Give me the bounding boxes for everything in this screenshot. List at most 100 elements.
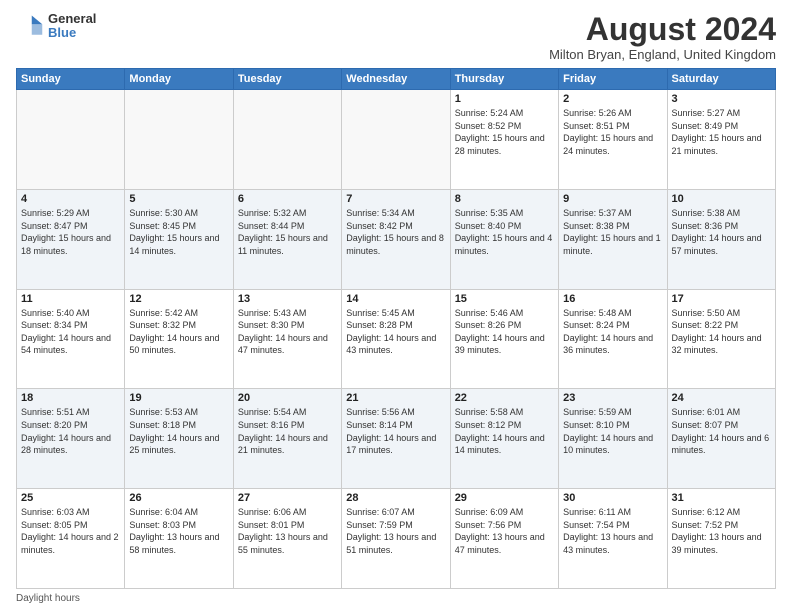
day-header-monday: Monday: [125, 69, 233, 90]
calendar-cell: 10Sunrise: 5:38 AM Sunset: 8:36 PM Dayli…: [667, 189, 775, 289]
day-info: Sunrise: 5:37 AM Sunset: 8:38 PM Dayligh…: [563, 207, 662, 257]
calendar-cell: 21Sunrise: 5:56 AM Sunset: 8:14 PM Dayli…: [342, 389, 450, 489]
logo-general: General: [48, 12, 96, 26]
day-number: 3: [672, 93, 771, 105]
day-info: Sunrise: 5:40 AM Sunset: 8:34 PM Dayligh…: [21, 307, 120, 357]
day-header-sunday: Sunday: [17, 69, 125, 90]
calendar-cell: 27 Sunrise: 6:06 AM Sunset: 8:01 PM Dayli…: [233, 489, 341, 589]
calendar-cell: 11 Sunrise: 5:40 AM Sunset: 8:34 PM Dayli…: [17, 289, 125, 389]
day-info: Sunrise: 5:27 AM Sunset: 8:49 PM Dayligh…: [672, 107, 771, 157]
day-info: Sunrise: 5:35 AM Sunset: 8:40 PM Dayligh…: [455, 207, 554, 257]
week-row-4: 25 Sunrise: 6:03 AM Sunset: 8:05 PM Dayli…: [17, 489, 776, 589]
calendar-cell: 26 Sunrise: 6:04 AM Sunset: 8:03 PM Dayli…: [125, 489, 233, 589]
footer-note: Daylight hours: [16, 593, 776, 604]
calendar-cell: 14 Sunrise: 5:45 AM Sunset: 8:28 PM Dayli…: [342, 289, 450, 389]
calendar-cell: 28Sunrise: 6:07 AM Sunset: 7:59 PM Dayli…: [342, 489, 450, 589]
calendar-cell: 17 Sunrise: 5:50 AM Sunset: 8:22 PM Dayli…: [667, 289, 775, 389]
day-info: Sunrise: 5:26 AM Sunset: 8:51 PM Dayligh…: [563, 107, 662, 157]
title-block: August 2024 Milton Bryan, England, Unite…: [549, 12, 776, 62]
day-info: Sunrise: 5:30 AM Sunset: 8:45 PM Dayligh…: [129, 207, 228, 257]
calendar-cell: 31Sunrise: 6:12 AM Sunset: 7:52 PM Dayli…: [667, 489, 775, 589]
calendar-cell: 5 Sunrise: 5:30 AM Sunset: 8:45 PM Daylig…: [125, 189, 233, 289]
calendar-cell: 7 Sunrise: 5:34 AM Sunset: 8:42 PM Daylig…: [342, 189, 450, 289]
calendar-cell: 12 Sunrise: 5:42 AM Sunset: 8:32 PM Dayli…: [125, 289, 233, 389]
day-number: 1: [455, 93, 554, 105]
calendar-cell: 25 Sunrise: 6:03 AM Sunset: 8:05 PM Dayli…: [17, 489, 125, 589]
week-row-3: 18Sunrise: 5:51 AM Sunset: 8:20 PM Dayli…: [17, 389, 776, 489]
calendar-cell: 24Sunrise: 6:01 AM Sunset: 8:07 PM Dayli…: [667, 389, 775, 489]
day-number: 9: [563, 193, 662, 205]
day-info: Sunrise: 5:42 AM Sunset: 8:32 PM Dayligh…: [129, 307, 228, 357]
day-number: 14: [346, 293, 445, 305]
month-title: August 2024: [549, 12, 776, 47]
day-header-friday: Friday: [559, 69, 667, 90]
day-number: 6: [238, 193, 337, 205]
calendar-cell: [17, 90, 125, 190]
calendar-cell: 9 Sunrise: 5:37 AM Sunset: 8:38 PM Daylig…: [559, 189, 667, 289]
day-number: 26: [129, 492, 228, 504]
day-info: Sunrise: 5:24 AM Sunset: 8:52 PM Dayligh…: [455, 107, 554, 157]
day-number: 15: [455, 293, 554, 305]
day-info: Sunrise: 6:06 AM Sunset: 8:01 PM Dayligh…: [238, 506, 337, 556]
calendar-cell: 8 Sunrise: 5:35 AM Sunset: 8:40 PM Daylig…: [450, 189, 558, 289]
day-info: Sunrise: 6:03 AM Sunset: 8:05 PM Dayligh…: [21, 506, 120, 556]
logo-icon: [16, 12, 44, 40]
calendar-cell: 4Sunrise: 5:29 AM Sunset: 8:47 PM Daylig…: [17, 189, 125, 289]
calendar-cell: 1 Sunrise: 5:24 AM Sunset: 8:52 PM Daylig…: [450, 90, 558, 190]
day-info: Sunrise: 5:48 AM Sunset: 8:24 PM Dayligh…: [563, 307, 662, 357]
day-number: 11: [21, 293, 120, 305]
calendar-cell: 13Sunrise: 5:43 AM Sunset: 8:30 PM Dayli…: [233, 289, 341, 389]
day-info: Sunrise: 6:01 AM Sunset: 8:07 PM Dayligh…: [672, 406, 771, 456]
calendar-cell: 29Sunrise: 6:09 AM Sunset: 7:56 PM Dayli…: [450, 489, 558, 589]
day-info: Sunrise: 5:46 AM Sunset: 8:26 PM Dayligh…: [455, 307, 554, 357]
calendar-cell: [125, 90, 233, 190]
day-number: 8: [455, 193, 554, 205]
day-number: 7: [346, 193, 445, 205]
day-number: 10: [672, 193, 771, 205]
day-number: 21: [346, 392, 445, 404]
day-number: 27: [238, 492, 337, 504]
day-info: Sunrise: 6:09 AM Sunset: 7:56 PM Dayligh…: [455, 506, 554, 556]
day-number: 31: [672, 492, 771, 504]
day-info: Sunrise: 5:50 AM Sunset: 8:22 PM Dayligh…: [672, 307, 771, 357]
location: Milton Bryan, England, United Kingdom: [549, 47, 776, 62]
day-info: Sunrise: 5:34 AM Sunset: 8:42 PM Dayligh…: [346, 207, 445, 257]
day-info: Sunrise: 5:45 AM Sunset: 8:28 PM Dayligh…: [346, 307, 445, 357]
day-info: Sunrise: 5:51 AM Sunset: 8:20 PM Dayligh…: [21, 406, 120, 456]
header-row: SundayMondayTuesdayWednesdayThursdayFrid…: [17, 69, 776, 90]
calendar-cell: [233, 90, 341, 190]
day-number: 25: [21, 492, 120, 504]
calendar-cell: 2Sunrise: 5:26 AM Sunset: 8:51 PM Daylig…: [559, 90, 667, 190]
calendar-cell: 18Sunrise: 5:51 AM Sunset: 8:20 PM Dayli…: [17, 389, 125, 489]
day-info: Sunrise: 5:54 AM Sunset: 8:16 PM Dayligh…: [238, 406, 337, 456]
calendar-cell: 16 Sunrise: 5:48 AM Sunset: 8:24 PM Dayli…: [559, 289, 667, 389]
day-number: 23: [563, 392, 662, 404]
day-header-tuesday: Tuesday: [233, 69, 341, 90]
day-info: Sunrise: 5:32 AM Sunset: 8:44 PM Dayligh…: [238, 207, 337, 257]
calendar-cell: 30Sunrise: 6:11 AM Sunset: 7:54 PM Dayli…: [559, 489, 667, 589]
day-number: 17: [672, 293, 771, 305]
calendar-table: SundayMondayTuesdayWednesdayThursdayFrid…: [16, 68, 776, 589]
day-number: 13: [238, 293, 337, 305]
calendar-cell: 22Sunrise: 5:58 AM Sunset: 8:12 PM Dayli…: [450, 389, 558, 489]
calendar-cell: 20Sunrise: 5:54 AM Sunset: 8:16 PM Dayli…: [233, 389, 341, 489]
day-number: 12: [129, 293, 228, 305]
day-header-saturday: Saturday: [667, 69, 775, 90]
day-header-wednesday: Wednesday: [342, 69, 450, 90]
day-number: 28: [346, 492, 445, 504]
header: General Blue August 2024 Milton Bryan, E…: [16, 12, 776, 62]
day-number: 16: [563, 293, 662, 305]
calendar-cell: 6 Sunrise: 5:32 AM Sunset: 8:44 PM Daylig…: [233, 189, 341, 289]
day-number: 19: [129, 392, 228, 404]
day-number: 4: [21, 193, 120, 205]
calendar-cell: [342, 90, 450, 190]
page: General Blue August 2024 Milton Bryan, E…: [0, 0, 792, 612]
week-row-0: 1 Sunrise: 5:24 AM Sunset: 8:52 PM Daylig…: [17, 90, 776, 190]
day-info: Sunrise: 5:58 AM Sunset: 8:12 PM Dayligh…: [455, 406, 554, 456]
logo-text: General Blue: [48, 12, 96, 41]
day-info: Sunrise: 6:11 AM Sunset: 7:54 PM Dayligh…: [563, 506, 662, 556]
calendar-cell: 15 Sunrise: 5:46 AM Sunset: 8:26 PM Dayli…: [450, 289, 558, 389]
day-info: Sunrise: 6:04 AM Sunset: 8:03 PM Dayligh…: [129, 506, 228, 556]
day-number: 5: [129, 193, 228, 205]
logo-blue: Blue: [48, 26, 96, 40]
